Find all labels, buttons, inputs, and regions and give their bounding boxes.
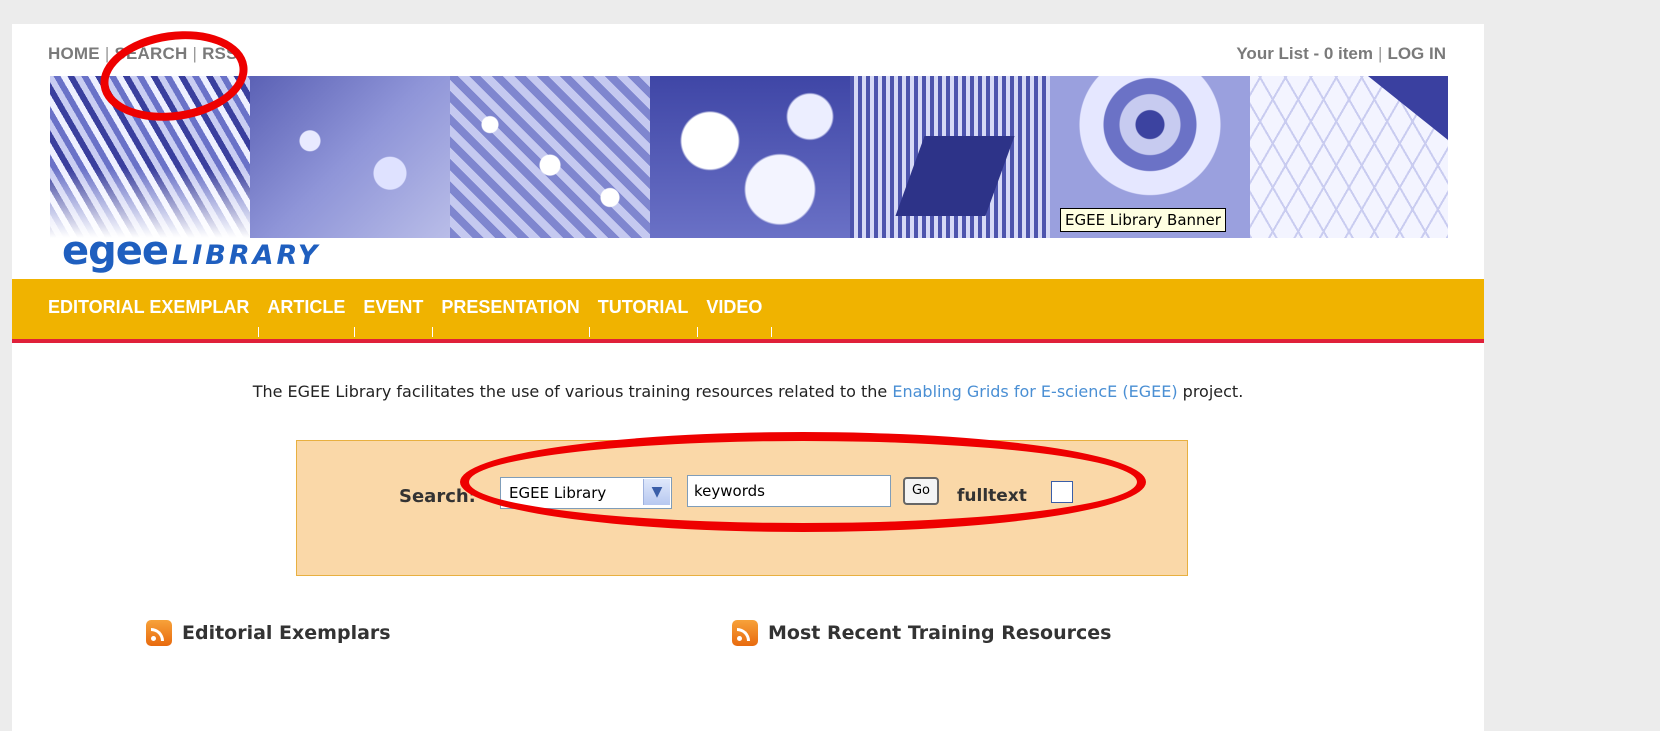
annotation-ellipse-search-controls (460, 432, 1146, 532)
logo-egee-text: egee (62, 228, 169, 274)
menu-item-article[interactable]: ARTICLE (267, 297, 356, 337)
intro-text: The EGEE Library facilitates the use of … (12, 382, 1484, 401)
your-list-link[interactable]: Your List - 0 item (1236, 44, 1373, 63)
user-links: Your List - 0 item | LOG IN (1236, 44, 1446, 64)
main-menu: EDITORIAL EXEMPLAR ARTICLE EVENT PRESENT… (12, 279, 1484, 343)
menu-item-editorial-exemplar[interactable]: EDITORIAL EXEMPLAR (48, 297, 260, 337)
egee-library-logo: egee LIBRARY (62, 228, 320, 274)
recent-resources-heading: Most Recent Training Resources (732, 620, 1111, 646)
login-link[interactable]: LOG IN (1387, 44, 1446, 63)
intro-after: project. (1177, 382, 1244, 401)
banner-tile-chip (850, 76, 1050, 238)
home-link[interactable]: HOME (48, 44, 100, 63)
intro-before: The EGEE Library facilitates the use of … (252, 382, 893, 401)
recent-resources-title: Most Recent Training Resources (768, 622, 1112, 644)
page: HOME | SEARCH | RSS Your List - 0 item | LOG I… (12, 24, 1484, 731)
logo-library-text: LIBRARY (172, 240, 321, 271)
banner-tooltip: EGEE Library Banner (1060, 208, 1226, 232)
banner-tile-cells (250, 76, 450, 238)
rss-icon[interactable] (732, 620, 758, 646)
separator: | (1378, 44, 1383, 63)
menu-item-tutorial[interactable]: TUTORIAL (598, 297, 699, 337)
menu-item-presentation[interactable]: PRESENTATION (441, 297, 591, 337)
library-banner[interactable]: egee LIBRARY EGEE Library Banner (50, 76, 1448, 278)
menu-item-event[interactable]: EVENT (363, 297, 434, 337)
editorial-exemplars-heading: Editorial Exemplars (146, 620, 391, 646)
banner-tile-mesh (1250, 76, 1448, 238)
banner-tile-clouds (650, 76, 850, 238)
rss-icon[interactable] (146, 620, 172, 646)
menu-item-video[interactable]: VIDEO (706, 297, 773, 337)
editorial-exemplars-title: Editorial Exemplars (182, 622, 391, 644)
banner-tile-dna (450, 76, 650, 238)
egee-project-link[interactable]: Enabling Grids for E-sciencE (EGEE) (892, 382, 1177, 401)
